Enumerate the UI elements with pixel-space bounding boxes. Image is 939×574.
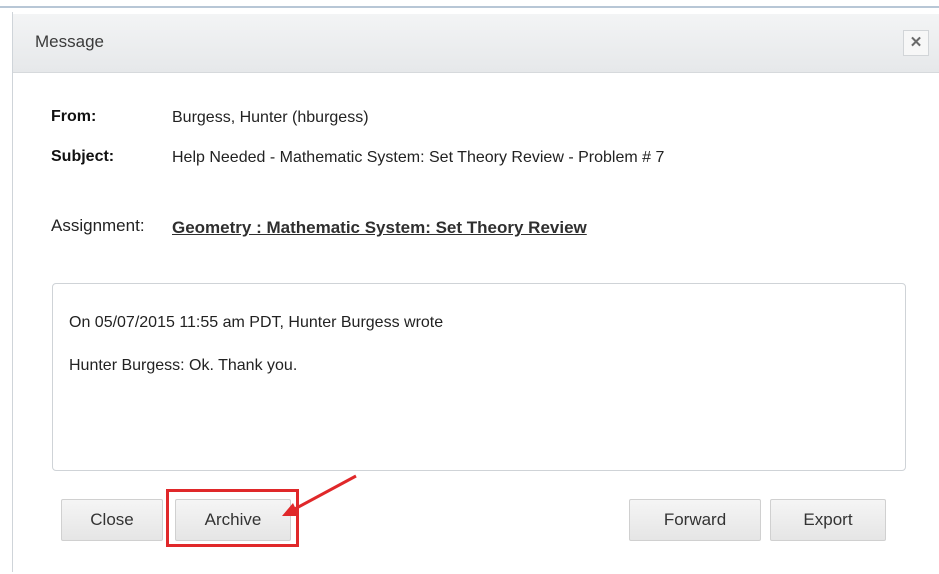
screenshot-frame: Message ✕ From: Burgess, Hunter (hburges… [0, 0, 939, 574]
annotation-arrow-icon [282, 474, 357, 516]
